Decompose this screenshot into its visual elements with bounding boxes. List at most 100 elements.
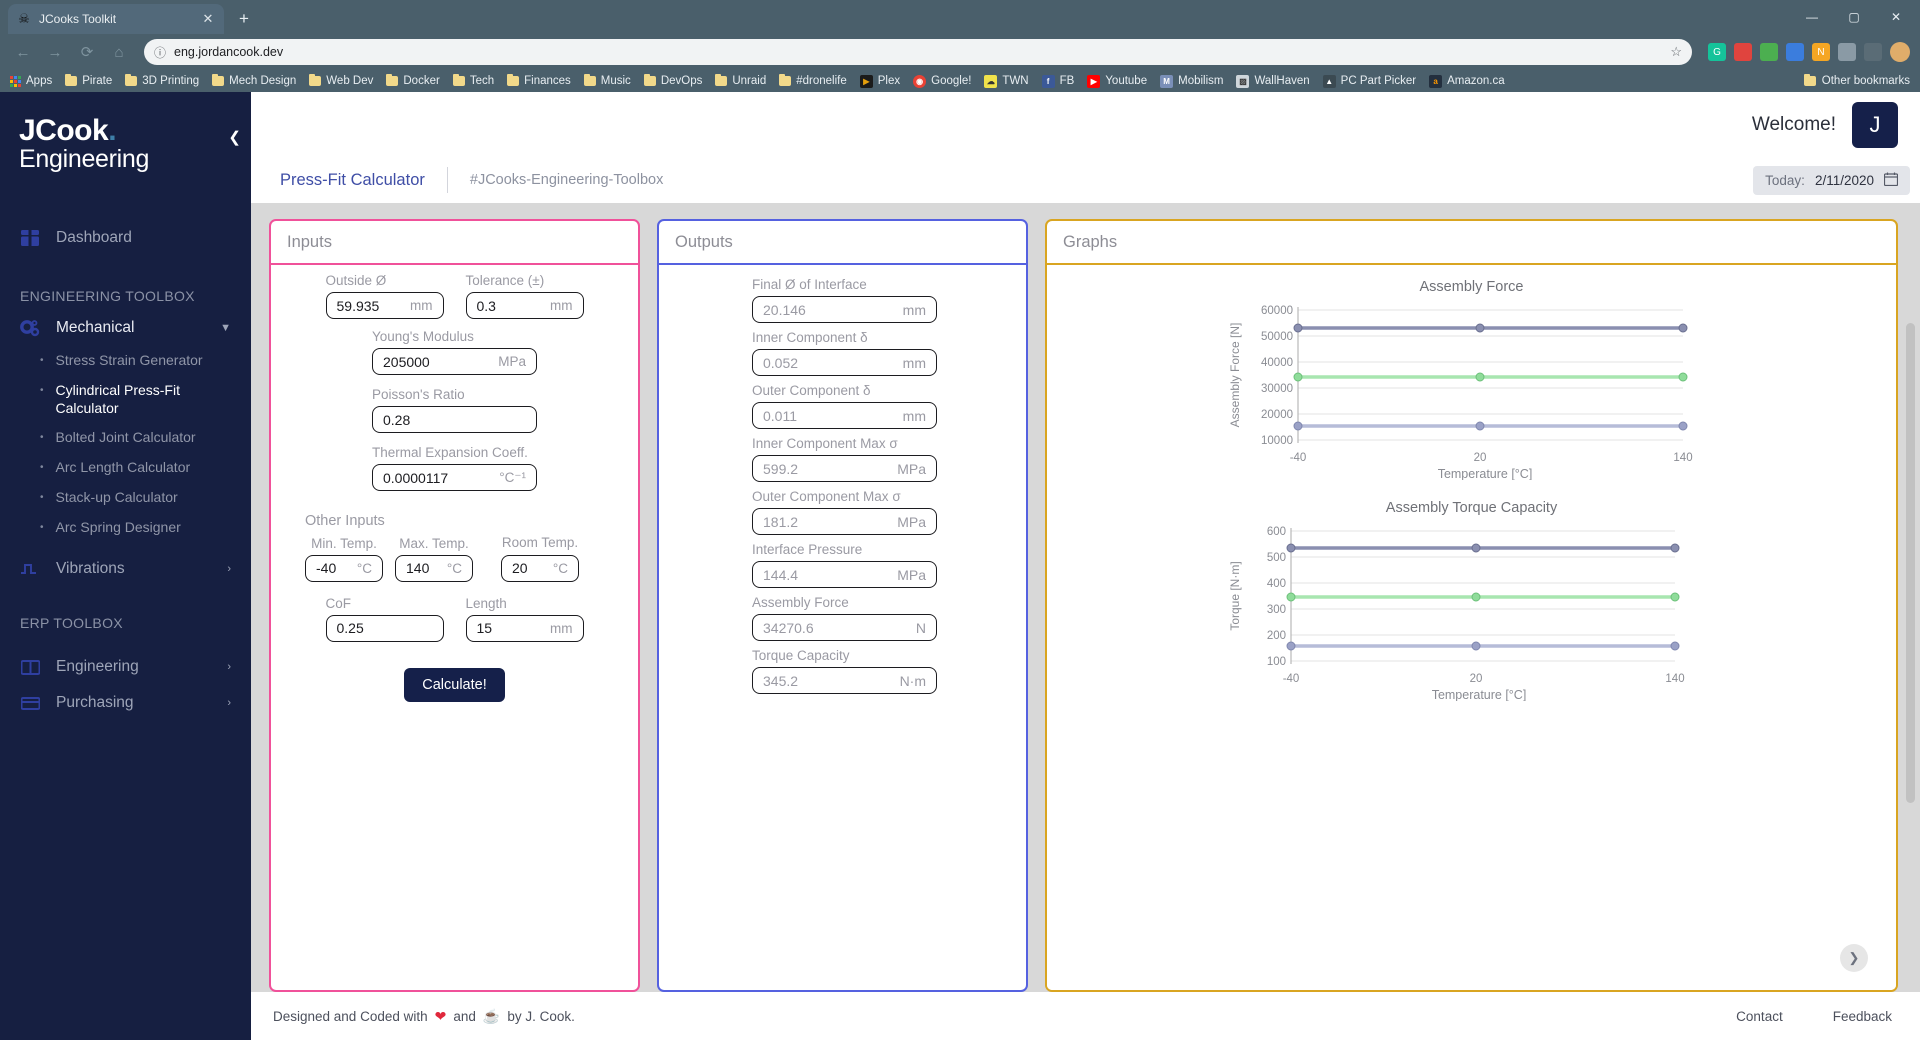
extension-red-icon[interactable] xyxy=(1734,43,1752,61)
bookmark-star-icon[interactable]: ☆ xyxy=(1670,44,1682,60)
output-value: 345.2 xyxy=(763,672,799,689)
maximize-icon[interactable]: ▢ xyxy=(1834,4,1874,30)
bookmark-web-dev[interactable]: Web Dev xyxy=(309,74,374,87)
sidebar-item-cylindrical-press-fit-calculator[interactable]: • Cylindrical Press-Fit Calculator xyxy=(40,376,210,423)
sidebar-item-bolted-joint-calculator[interactable]: • Bolted Joint Calculator xyxy=(40,423,210,453)
window-close-icon[interactable]: ✕ xyxy=(1876,4,1916,30)
forward-icon[interactable]: → xyxy=(42,39,68,65)
extension-n-icon[interactable]: N xyxy=(1812,43,1830,61)
ytick-100: 100 xyxy=(1266,656,1285,668)
thermal-expansion-input[interactable]: 0.0000117 °C⁻¹ xyxy=(372,464,537,491)
output-unit: mm xyxy=(902,354,926,371)
reload-icon[interactable]: ⟳ xyxy=(74,39,100,65)
close-icon[interactable]: ✕ xyxy=(200,11,216,27)
avatar[interactable]: J xyxy=(1852,101,1898,148)
bookmark-3d-printing[interactable]: 3D Printing xyxy=(125,74,199,87)
youngs-modulus-input[interactable]: 205000 MPa xyxy=(372,348,537,375)
bookmark-twn[interactable]: ☁ TWN xyxy=(984,74,1029,88)
output-label: Torque Capacity xyxy=(752,648,850,663)
ytick-300: 300 xyxy=(1266,604,1285,616)
date-chip[interactable]: Today: 2/11/2020 xyxy=(1753,165,1910,195)
chevron-down-icon[interactable]: ▼ xyxy=(220,322,231,334)
bookmark-docker[interactable]: Docker xyxy=(386,74,440,87)
output-label: Inner Component Max σ xyxy=(752,436,898,451)
extension-grey-icon[interactable] xyxy=(1838,43,1856,61)
home-icon[interactable]: ⌂ xyxy=(106,39,132,65)
bookmark-music[interactable]: Music xyxy=(583,74,631,87)
minimize-icon[interactable]: — xyxy=(1792,4,1832,30)
bookmark-apps[interactable]: Apps xyxy=(10,75,52,87)
bookmark-wallhaven[interactable]: ▨ WallHaven xyxy=(1236,74,1310,88)
sidebar-item-dashboard[interactable]: Dashboard xyxy=(0,220,251,256)
length-input[interactable]: 15 mm xyxy=(465,614,584,642)
sidebar-item-stack-up-calculator[interactable]: • Stack-up Calculator xyxy=(40,483,210,513)
sidebar-item-arc-length-calculator[interactable]: • Arc Length Calculator xyxy=(40,453,210,483)
room-temp-input[interactable]: 20 °C xyxy=(501,554,579,582)
browser-tab[interactable]: ☠ JCooks Toolkit ✕ xyxy=(8,4,224,34)
other-bookmarks-button[interactable]: Other bookmarks xyxy=(1803,74,1910,87)
calendar-icon[interactable] xyxy=(1883,172,1899,189)
tolerance-input[interactable]: 0.3 mm xyxy=(465,292,584,319)
chevron-right-icon[interactable]: › xyxy=(227,563,231,575)
sidebar-item-vibrations[interactable]: Vibrations › xyxy=(0,551,251,587)
bookmark-finances[interactable]: Finances xyxy=(507,74,571,87)
new-tab-button[interactable]: + xyxy=(230,5,258,33)
min-temp-input[interactable]: -40 °C xyxy=(305,554,383,582)
scrollbar-thumb[interactable] xyxy=(1906,323,1915,803)
profile-avatar[interactable] xyxy=(1890,42,1910,62)
bookmark-google[interactable]: ◉ Google! xyxy=(913,74,971,88)
field-unit: MPa xyxy=(498,354,526,369)
bookmark-label: Web Dev xyxy=(326,75,374,87)
bookmark-label: Finances xyxy=(524,75,571,87)
bookmark-amazon[interactable]: a Amazon.ca xyxy=(1429,74,1505,88)
output-outer-component-delta: Outer Component δ 0.011 mm xyxy=(752,383,1026,429)
sidebar-item-stress-strain-generator[interactable]: • Stress Strain Generator xyxy=(40,346,210,376)
outside-diameter-input[interactable]: 59.935 mm xyxy=(325,292,444,319)
chevron-right-icon[interactable]: › xyxy=(227,661,231,673)
brand-text: JCook xyxy=(19,114,109,147)
chevron-down-icon[interactable]: ❯ xyxy=(1840,944,1868,972)
calculate-button[interactable]: Calculate! xyxy=(404,667,505,702)
bookmark-mobilism[interactable]: M Mobilism xyxy=(1160,74,1223,88)
tab-press-fit-calculator[interactable]: Press-Fit Calculator xyxy=(280,171,447,190)
grammarly-icon[interactable]: G xyxy=(1708,43,1726,61)
diameter-tolerance-row: Outside Ø 59.935 mm Tolerance (±) 0.3 mm xyxy=(287,273,622,319)
bookmark-label: Amazon.ca xyxy=(1447,75,1505,87)
sidebar-item-purchasing[interactable]: Purchasing › xyxy=(0,685,251,721)
extension-green-icon[interactable] xyxy=(1760,43,1778,61)
bookmark-mech-design[interactable]: Mech Design xyxy=(212,74,296,87)
bookmark-unraid[interactable]: Unraid xyxy=(715,74,766,87)
x-axis-label: Temperature [°C] xyxy=(1437,467,1532,480)
back-icon[interactable]: ← xyxy=(10,39,36,65)
bookmark-pcpartpicker[interactable]: ▲ PC Part Picker xyxy=(1322,74,1416,88)
contact-link[interactable]: Contact xyxy=(1736,1009,1783,1024)
bookmark-fb[interactable]: f FB xyxy=(1041,74,1074,88)
address-bar[interactable]: ⓘ eng.jordancook.dev ☆ xyxy=(144,39,1692,65)
bookmark-dronelife[interactable]: #dronelife xyxy=(779,74,847,87)
extension-dark-icon[interactable] xyxy=(1864,43,1882,61)
poissons-ratio-input[interactable]: 0.28 xyxy=(372,406,537,433)
extension-blue-icon[interactable] xyxy=(1786,43,1804,61)
chevron-right-icon[interactable]: › xyxy=(227,697,231,709)
wallhaven-icon: ▨ xyxy=(1236,74,1250,88)
cof-length-row: CoF 0.25 Length 15 mm xyxy=(287,596,622,642)
bookmark-plex[interactable]: ▶ Plex xyxy=(859,74,900,88)
field-value: -40 xyxy=(316,560,337,577)
bookmark-tech[interactable]: Tech xyxy=(452,74,494,87)
outputs-card-title: Outputs xyxy=(659,221,1026,265)
sidebar-item-arc-spring-designer[interactable]: • Arc Spring Designer xyxy=(40,513,210,543)
bookmark-devops[interactable]: DevOps xyxy=(643,74,702,87)
feedback-link[interactable]: Feedback xyxy=(1833,1009,1892,1024)
bookmark-youtube[interactable]: ▶ Youtube xyxy=(1087,74,1147,88)
sidebar-item-engineering[interactable]: Engineering › xyxy=(0,649,251,685)
sidebar-item-label: Mechanical xyxy=(56,319,135,337)
extension-icons: G N xyxy=(1704,42,1910,62)
ytick-60000: 60000 xyxy=(1261,305,1293,317)
footer-suffix: by J. Cook. xyxy=(507,1008,575,1024)
sidebar-item-mechanical[interactable]: Mechanical ▼ xyxy=(0,310,251,346)
chevron-left-icon[interactable]: ❮ xyxy=(228,128,241,146)
bookmark-pirate[interactable]: Pirate xyxy=(65,74,112,87)
cof-input[interactable]: 0.25 xyxy=(325,614,444,642)
max-temp-input[interactable]: 140 °C xyxy=(395,554,473,582)
page-scrollbar[interactable] xyxy=(1906,203,1918,992)
